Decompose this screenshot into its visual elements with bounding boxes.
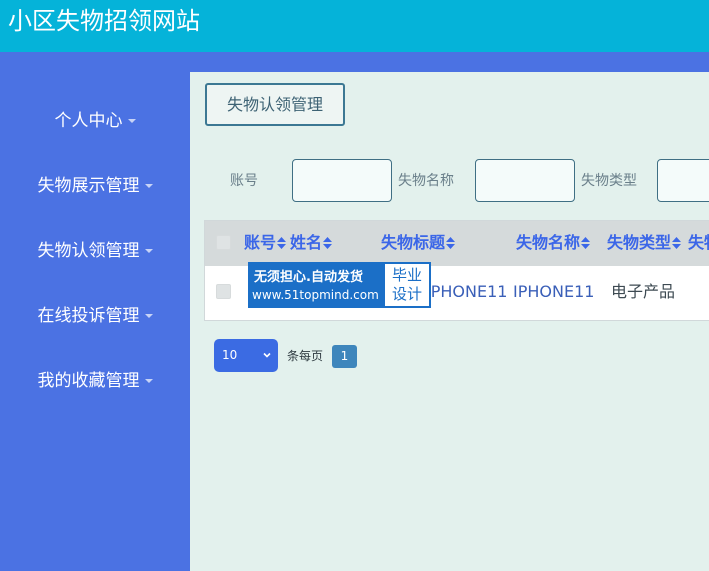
watermark-url: www.51topmind.com	[252, 288, 379, 302]
column-header-name[interactable]: 姓名	[290, 233, 333, 253]
caret-down-icon	[144, 314, 153, 318]
caret-down-icon	[127, 119, 136, 123]
top-band	[190, 52, 709, 72]
account-filter-label: 账号	[230, 173, 258, 189]
sort-icon	[672, 237, 682, 249]
site-title: 小区失物招领网站	[8, 7, 200, 35]
cell-item-type: 电子产品	[611, 282, 676, 301]
sidebar-item-personal-center[interactable]: 个人中心	[0, 106, 190, 136]
sidebar-item-label: 在线投诉管理	[37, 306, 140, 326]
account-filter-input[interactable]	[292, 159, 392, 202]
page-size-select[interactable]: 10	[214, 339, 278, 372]
table-header: 账号 姓名 失物标题 失物名称 失物类型 失物	[205, 221, 709, 266]
column-header-partial[interactable]: 失物	[688, 233, 709, 253]
item-name-filter-label: 失物名称	[398, 173, 454, 189]
page-size-value: 10	[222, 348, 238, 362]
select-all-checkbox[interactable]	[216, 235, 231, 250]
page-button-1[interactable]: 1	[332, 345, 357, 368]
item-type-filter-input[interactable]	[657, 159, 709, 202]
sort-icon	[581, 237, 591, 249]
column-header-account[interactable]: 账号	[244, 233, 287, 253]
caret-down-icon	[144, 184, 153, 188]
caret-down-icon	[144, 379, 153, 383]
main-content: 失物认领管理 账号 失物名称 失物类型 账号 姓名 失物标题 失物名称 失物类型…	[190, 72, 709, 571]
sidebar-item-lost-items-display[interactable]: 失物展示管理	[0, 171, 190, 201]
sort-icon	[277, 237, 287, 249]
column-header-item-type[interactable]: 失物类型	[607, 233, 682, 253]
per-page-label: 条每页	[287, 349, 324, 363]
sort-icon	[446, 237, 456, 249]
sort-icon	[323, 237, 333, 249]
watermark-tag: 毕业 设计	[385, 264, 429, 306]
caret-down-icon	[144, 249, 153, 253]
header-bar: 小区失物招领网站	[0, 0, 709, 52]
row-checkbox[interactable]	[216, 284, 231, 299]
cell-title: IPHONE11	[426, 282, 508, 301]
sidebar-item-label: 个人中心	[54, 111, 123, 131]
claim-management-button[interactable]: 失物认领管理	[205, 83, 345, 126]
sidebar-item-favorites[interactable]: 我的收藏管理	[0, 366, 190, 396]
sidebar-item-label: 失物认领管理	[37, 241, 140, 261]
sidebar-item-label: 失物展示管理	[37, 176, 140, 196]
column-header-item-name[interactable]: 失物名称	[516, 233, 591, 253]
item-name-filter-input[interactable]	[475, 159, 575, 202]
sidebar-item-complaints[interactable]: 在线投诉管理	[0, 301, 190, 331]
sidebar: 个人中心 失物展示管理 失物认领管理 在线投诉管理 我的收藏管理	[0, 52, 190, 571]
watermark-badge: 无须担心.自动发货 www.51topmind.com 毕业 设计	[248, 262, 431, 308]
chevron-down-icon	[263, 352, 271, 358]
watermark-text: 无须担心.自动发货	[254, 270, 363, 285]
sidebar-item-claim-management[interactable]: 失物认领管理	[0, 236, 190, 266]
item-type-filter-label: 失物类型	[581, 173, 637, 189]
sidebar-item-label: 我的收藏管理	[37, 371, 140, 391]
cell-item-name: IPHONE11	[513, 282, 595, 301]
column-header-title[interactable]: 失物标题	[381, 233, 456, 253]
